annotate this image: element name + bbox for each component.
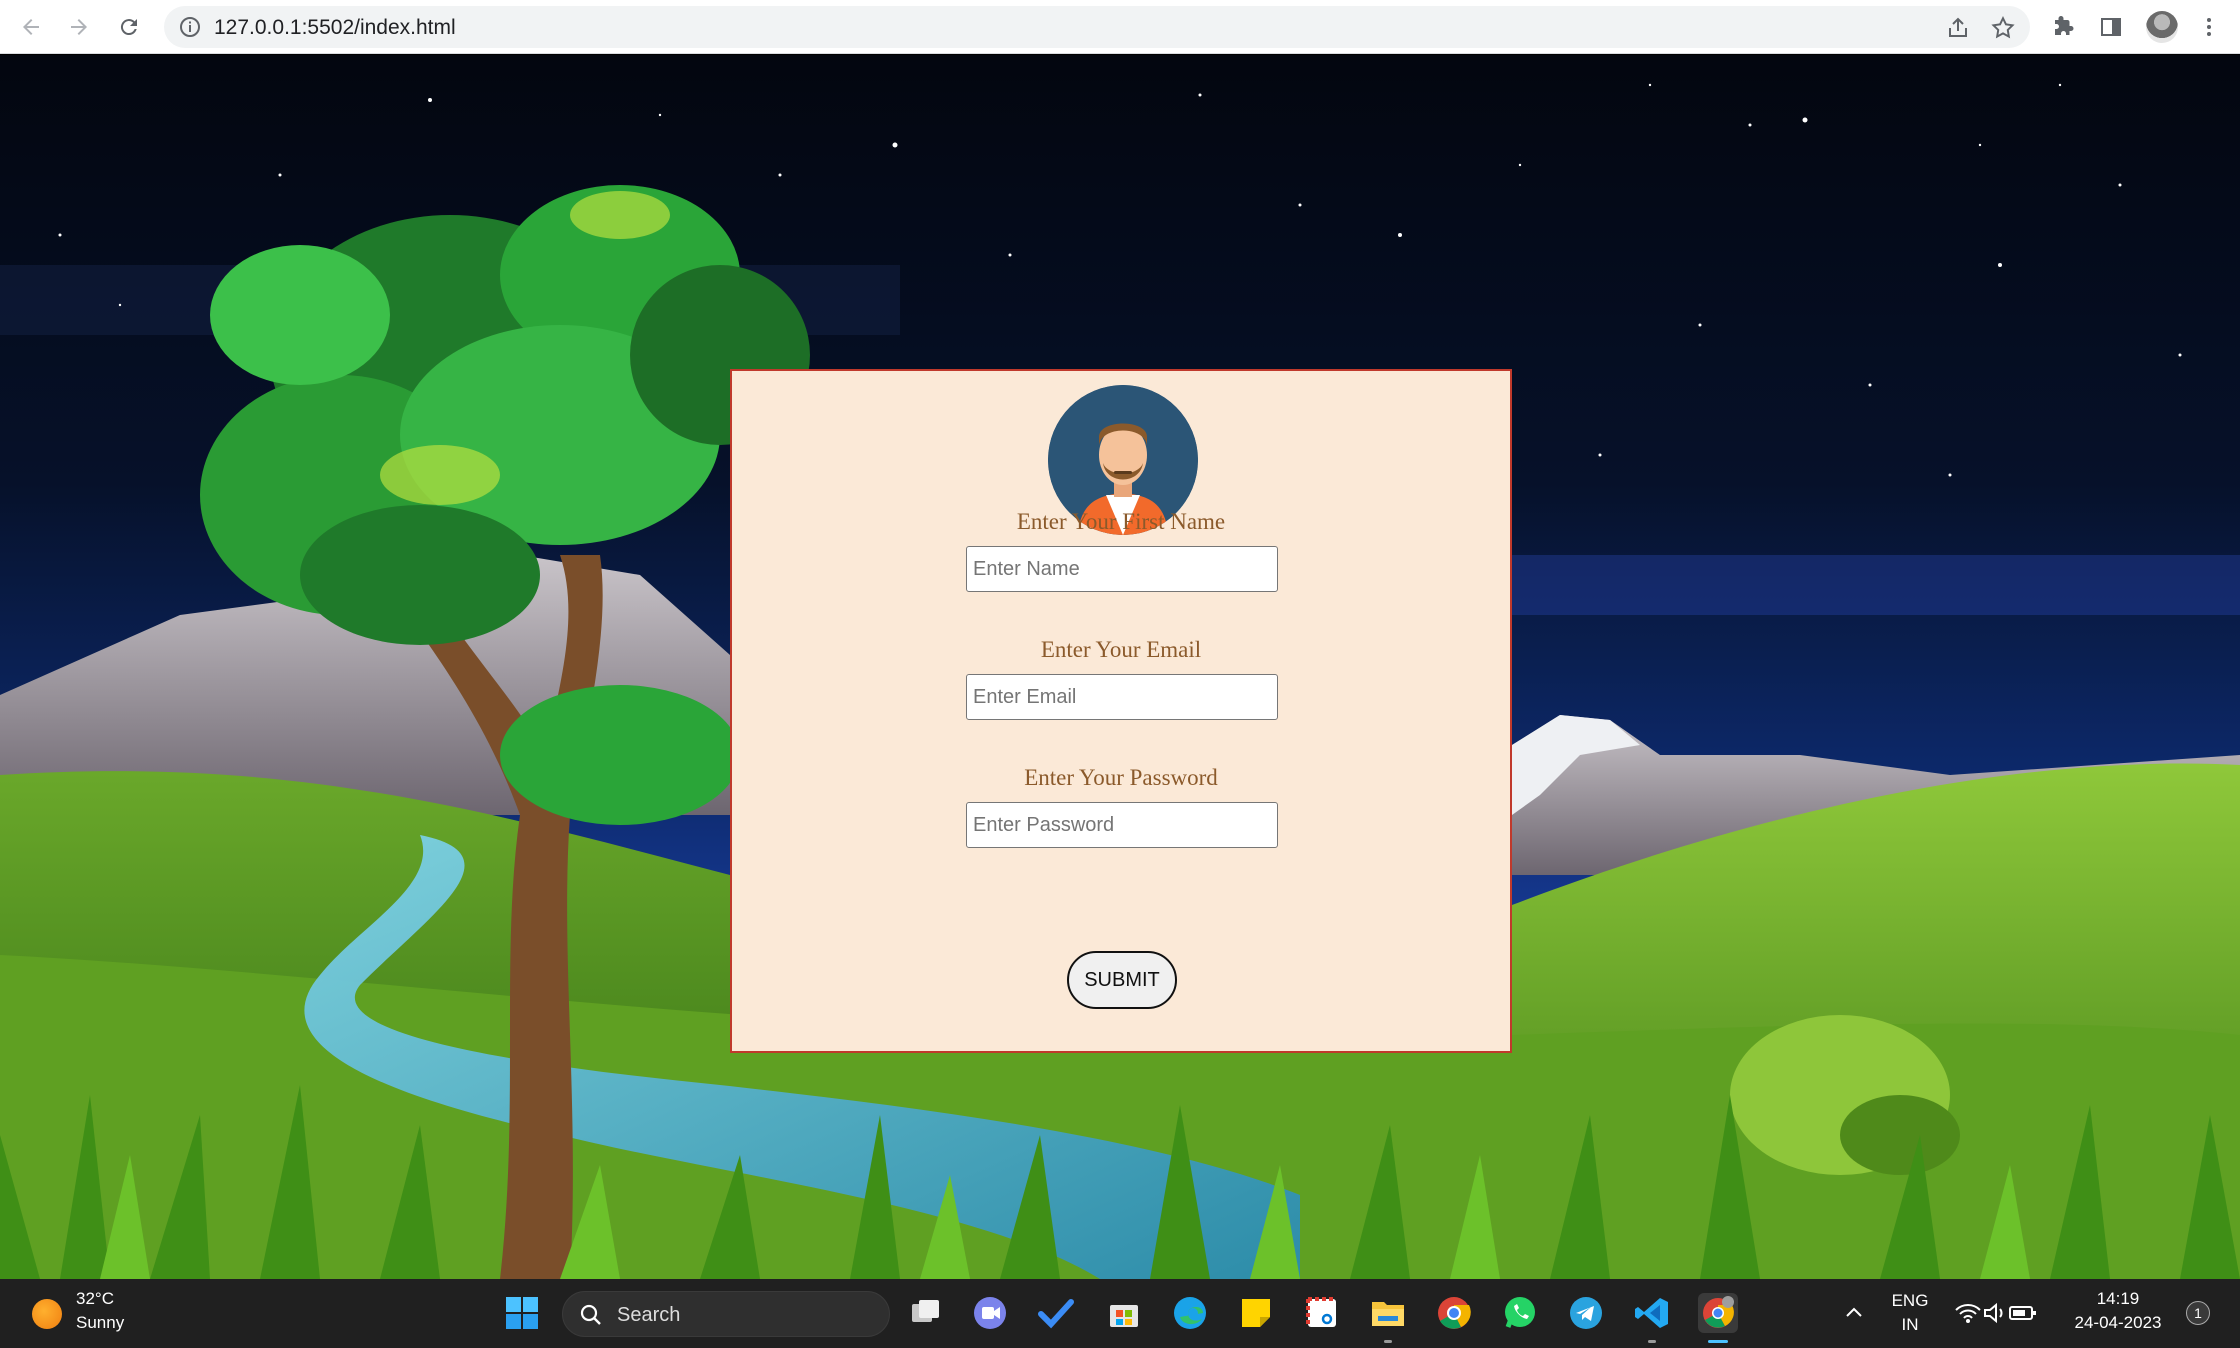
vscode-icon (1635, 1298, 1668, 1328)
search-icon (580, 1304, 601, 1325)
password-input[interactable] (966, 802, 1278, 848)
teams-chat-button[interactable] (970, 1293, 1010, 1333)
weather-temperature[interactable]: 32°C (76, 1289, 114, 1309)
notification-badge[interactable]: 1 (2186, 1301, 2210, 1325)
reload-icon (120, 19, 137, 36)
first-name-input[interactable] (966, 546, 1278, 592)
address-bar[interactable]: 127.0.0.1:5502/index.html (164, 6, 2030, 48)
back-button[interactable] (14, 10, 48, 44)
info-icon[interactable] (178, 15, 202, 39)
sun-icon[interactable] (32, 1299, 62, 1329)
password-label: Enter Your Password (1024, 765, 1218, 790)
checkmark-icon (1038, 1299, 1074, 1329)
file-explorer-button[interactable] (1368, 1293, 1408, 1333)
sticky-note-icon (1242, 1299, 1270, 1327)
snipping-tool-button[interactable] (1302, 1293, 1342, 1333)
wifi-icon (1955, 1304, 1981, 1323)
taskbar-search[interactable]: Search (562, 1291, 890, 1337)
start-button[interactable] (502, 1293, 542, 1333)
chevron-up-icon (1846, 1307, 1862, 1317)
reload-button[interactable] (112, 10, 146, 44)
task-view-icon (912, 1300, 939, 1322)
language-indicator-top[interactable]: ENG (1890, 1291, 1930, 1311)
edge-button[interactable] (1170, 1293, 1210, 1333)
browser-toolbar: 127.0.0.1:5502/index.html (0, 0, 2240, 54)
store-icon (1110, 1305, 1138, 1327)
taskbar: 32°C Sunny Search ENG IN 14:19 24-04-202… (0, 1279, 2240, 1348)
volume-icon (1984, 1302, 2003, 1324)
telegram-icon (1570, 1297, 1602, 1329)
first-name-label: Enter Your First Name (1016, 509, 1226, 534)
arrow-right-icon (71, 19, 87, 35)
search-label: Search (617, 1304, 681, 1326)
file-explorer-running-indicator (1384, 1340, 1392, 1343)
chrome-active-indicator (1708, 1340, 1728, 1343)
chrome-button[interactable] (1434, 1293, 1474, 1333)
whatsapp-button[interactable] (1500, 1293, 1540, 1333)
store-button[interactable] (1104, 1293, 1144, 1333)
profile-avatar[interactable] (2146, 11, 2178, 43)
language-indicator-bottom[interactable]: IN (1890, 1315, 1930, 1335)
submit-button[interactable]: SUBMIT (1067, 951, 1177, 1009)
chrome-profile-icon (1703, 1296, 1734, 1328)
bookmark-star-icon[interactable] (1990, 15, 2016, 41)
vscode-running-indicator (1648, 1340, 1656, 1343)
folder-icon (1372, 1302, 1404, 1326)
teams-icon (974, 1297, 1006, 1329)
browser-menu-button[interactable] (2194, 12, 2224, 42)
url-text: 127.0.0.1:5502/index.html (214, 16, 456, 39)
sticky-notes-button[interactable] (1236, 1293, 1276, 1333)
chrome-active-button[interactable] (1698, 1293, 1738, 1333)
clock-time[interactable]: 14:19 (2062, 1289, 2174, 1309)
email-label: Enter Your Email (1040, 637, 1202, 662)
todo-button[interactable] (1036, 1293, 1076, 1333)
email-input[interactable] (966, 674, 1278, 720)
kebab-menu-icon (2207, 18, 2211, 36)
forward-button[interactable] (62, 10, 96, 44)
windows-logo-icon (506, 1297, 538, 1329)
telegram-button[interactable] (1566, 1293, 1606, 1333)
arrow-left-icon (23, 19, 39, 35)
battery-icon (2009, 1306, 2036, 1320)
weather-description[interactable]: Sunny (76, 1313, 124, 1333)
clock-date[interactable]: 24-04-2023 (2062, 1313, 2174, 1333)
edge-icon (1174, 1297, 1206, 1329)
whatsapp-icon (1505, 1297, 1535, 1328)
extensions-button[interactable] (2048, 12, 2078, 42)
task-view-button[interactable] (906, 1293, 946, 1333)
show-hidden-icons-button[interactable] (1834, 1293, 1874, 1333)
chrome-icon (1438, 1297, 1471, 1329)
side-panel-button[interactable] (2096, 12, 2126, 42)
side-panel-icon (2101, 18, 2121, 36)
vscode-button[interactable] (1632, 1293, 1672, 1333)
puzzle-icon (2055, 16, 2074, 35)
snipping-tool-icon (1306, 1297, 1336, 1327)
quick-settings-button[interactable] (1948, 1293, 2044, 1333)
signup-card: Enter Your First Name Enter Your Email E… (730, 369, 1512, 1053)
share-icon[interactable] (1946, 16, 1970, 40)
